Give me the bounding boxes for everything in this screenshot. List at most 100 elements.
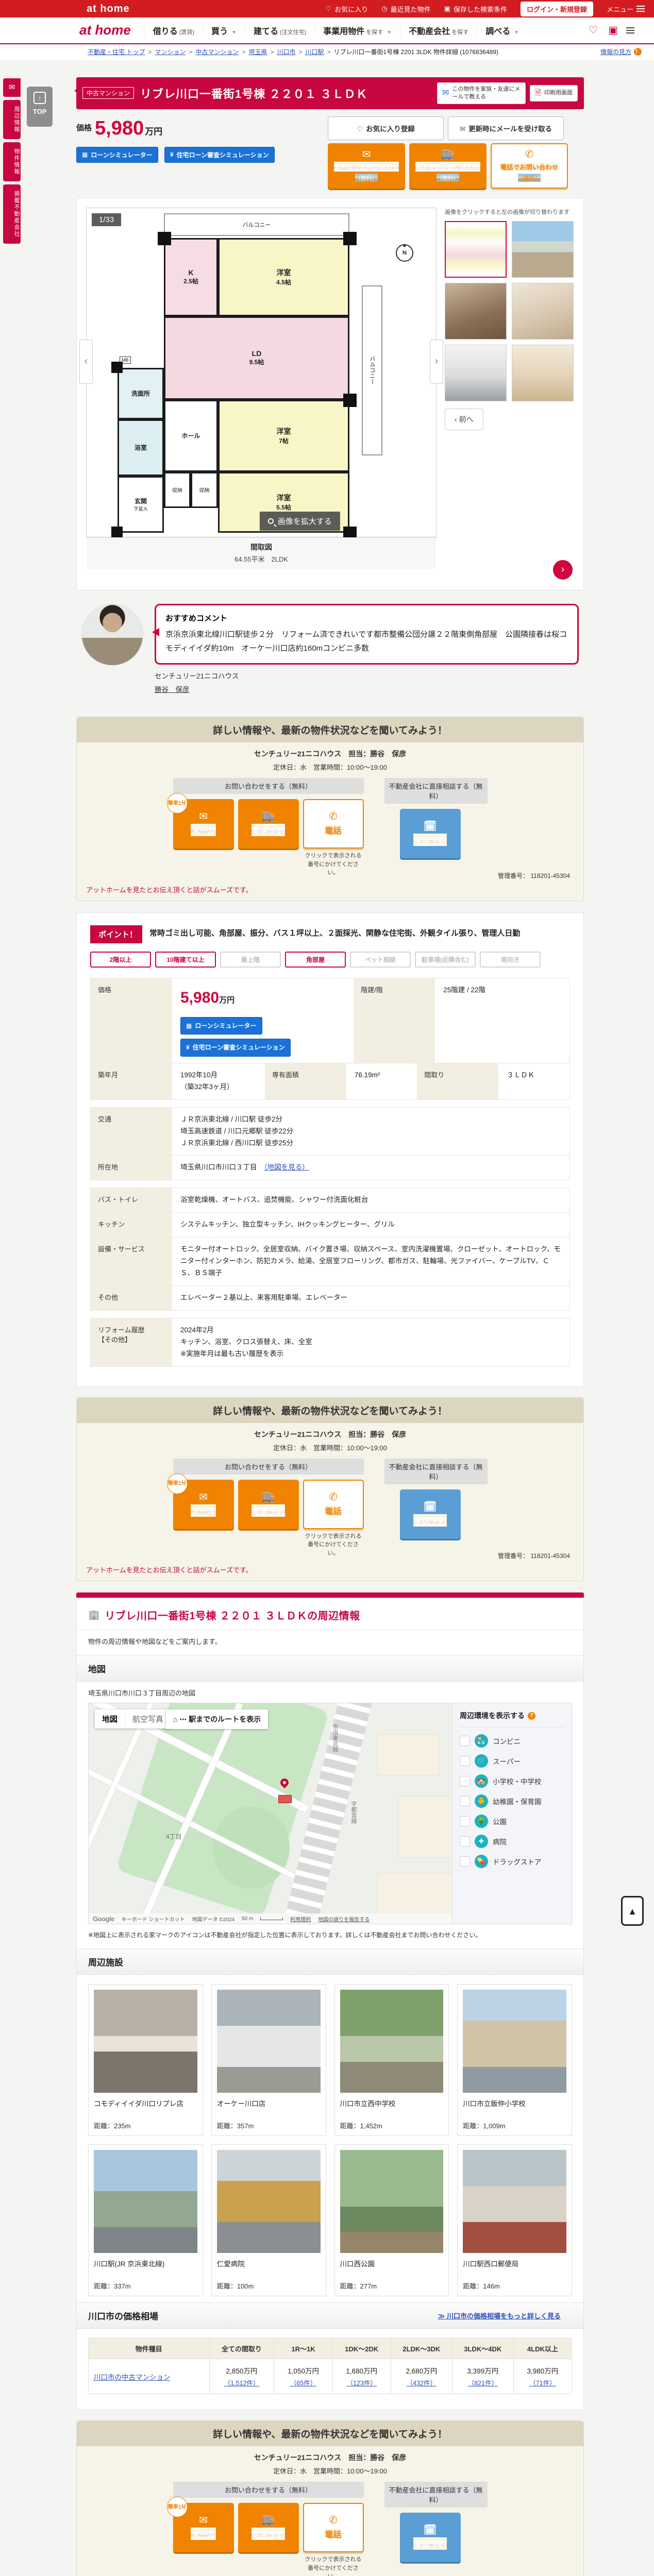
satellite-tab[interactable]: 航空写真: [125, 1709, 171, 1729]
checkbox[interactable]: [460, 1756, 470, 1767]
thumbnail-washroom[interactable]: [512, 282, 574, 340]
listing-count-link[interactable]: （71件）: [519, 2378, 566, 2387]
visit-inquiry-button[interactable]: 🏬 見学予約お問い合わせ （無料）: [409, 143, 487, 189]
category-icon: ✚: [475, 1835, 488, 1849]
cta-shop-button[interactable]: 🗓 来店予約: [399, 809, 461, 859]
gallery-next-arrow[interactable]: ›: [430, 339, 443, 384]
cta-mail-button[interactable]: 簡単1分 ✉ メール: [166, 2497, 234, 2553]
listing-count-link[interactable]: （821件）: [458, 2378, 508, 2387]
breadcrumb-link[interactable]: 川口駅: [305, 47, 324, 56]
loan-simulator-button[interactable]: ▦ ローンシミュレーター: [76, 146, 158, 163]
checkbox[interactable]: [460, 1796, 470, 1807]
environment-checkbox-item[interactable]: 🏫 小学校・中学校: [460, 1774, 564, 1788]
update-mail-button[interactable]: ✉ 更新時にメールを受け取る: [448, 116, 564, 140]
checkbox[interactable]: [460, 1836, 470, 1847]
hamburger-icon[interactable]: [626, 26, 634, 35]
environment-checkbox-item[interactable]: 🛒 スーパー: [460, 1754, 564, 1768]
map-canvas[interactable]: 京浜東北線 宇都宮線 4丁目 地図 航空写真 ⌂ ⋯ 駅までのルートを表示 周辺…: [88, 1703, 572, 1925]
checkbox[interactable]: [460, 1736, 470, 1747]
thumbnail-bathroom[interactable]: [512, 344, 574, 401]
info-guide-link[interactable]: 情報の見方: [600, 47, 631, 56]
route-to-station-button[interactable]: ⌂ ⋯ 駅までのルートを表示: [166, 1709, 269, 1730]
thumbnail-kitchen[interactable]: [445, 344, 507, 401]
thumbnail-hallway[interactable]: [445, 282, 507, 340]
page-top-button[interactable]: ↑ TOP: [27, 87, 53, 127]
menu-button[interactable]: メニュー: [607, 4, 645, 14]
cta-tel-button[interactable]: ✆ 電話: [303, 799, 364, 849]
agent-name-link[interactable]: 勝谷 保彦: [155, 686, 190, 693]
map-tab[interactable]: 地図: [95, 1709, 125, 1729]
environment-checkbox-item[interactable]: ✚ 病院: [460, 1835, 564, 1849]
saved-search-link[interactable]: ▣ 保存した検索条件: [444, 4, 507, 14]
cta-shop-button[interactable]: 🗓 来店予約: [399, 2513, 461, 2563]
nav-research[interactable]: 調べる ▼: [477, 24, 527, 37]
environment-checkbox-item[interactable]: 🌳 公園: [460, 1815, 564, 1828]
environment-checkbox-item[interactable]: 🏪 コンビニ: [460, 1734, 564, 1748]
thumbs-next-button[interactable]: ›: [553, 560, 573, 580]
environment-checkbox-item[interactable]: 🐥 幼稚園・保育園: [460, 1794, 564, 1808]
gallery-prev-arrow[interactable]: ‹: [79, 339, 93, 384]
loan-screening-button[interactable]: ¥ 住宅ローン審査シミュレーション: [164, 146, 275, 163]
breadcrumb-link[interactable]: マンション: [155, 47, 186, 56]
cta-tel-button[interactable]: ✆ 電話: [303, 1479, 364, 1529]
favorite-register-button[interactable]: ♡ お気に入り登録: [328, 116, 444, 140]
map-type-toggle: 地図 航空写真: [95, 1709, 171, 1729]
thumbnail-floorplan[interactable]: [445, 221, 507, 278]
cta-shop-button[interactable]: 🗓 来店予約: [399, 1489, 461, 1539]
print-button[interactable]: 🗎 印刷用画面: [529, 84, 578, 101]
nav-build[interactable]: 建てる (注文住宅): [244, 24, 314, 37]
nav-agents[interactable]: 不動産会社 を探す: [400, 24, 477, 37]
cta-visit-button[interactable]: 🏬 見学予約: [238, 799, 299, 849]
nav-rent[interactable]: 借りる (賃貸): [144, 24, 203, 37]
cta-visit-button[interactable]: 🏬 見学予約: [238, 2503, 299, 2553]
breadcrumb-link[interactable]: 川口市: [277, 47, 295, 56]
cta-mail-button[interactable]: 簡単1分 ✉ メール: [166, 1473, 234, 1529]
sidebar-item-property[interactable]: 物件情報: [3, 142, 21, 181]
listing-count-link[interactable]: （65件）: [279, 2378, 327, 2387]
loan-screening-button[interactable]: ¥ 住宅ローン審査シミュレーション: [180, 1039, 291, 1057]
report-error-link[interactable]: 地図の誤りを報告する: [318, 1915, 370, 1923]
cta-tel-button[interactable]: ✆ 電話: [303, 2503, 364, 2553]
nav-buy[interactable]: 買う ▼: [203, 24, 245, 37]
map-attribution: Google キーボード ショートカット 地図データ ©2024 50 m 利用…: [89, 1913, 452, 1924]
cta-mail-button[interactable]: 簡単1分 ✉ メール: [166, 793, 234, 849]
login-button[interactable]: ログイン・新規登録: [520, 1, 593, 16]
breadcrumb-link[interactable]: 不動産・住宅 トップ: [88, 47, 145, 56]
sidebar-item-nearby[interactable]: 周辺情報: [3, 100, 21, 139]
sidebar-item-agency[interactable]: 掲載不動産会社: [3, 184, 21, 244]
thumbs-prev-button[interactable]: ‹ 前へ: [445, 408, 483, 430]
checkbox[interactable]: [460, 1816, 470, 1827]
heart-icon[interactable]: ♡: [589, 24, 598, 37]
checkbox[interactable]: [460, 1856, 470, 1867]
market-more-link[interactable]: ≫ 川口市の価格相場をもっと詳しく見る: [438, 2312, 561, 2320]
checkbox[interactable]: [460, 1776, 470, 1787]
summary-equip: モニター付オートロック、全居室収納、バイク置き場、収納スペース、室内洗濯機置場、…: [180, 1245, 561, 1277]
facility-distance: 距離：100m: [216, 2282, 254, 2291]
listing-count-link[interactable]: （123件）: [338, 2378, 385, 2387]
thumbnail-exterior[interactable]: [512, 221, 574, 278]
athome-logo[interactable]: at home: [87, 3, 130, 15]
back-to-top-button[interactable]: ▲: [621, 1896, 644, 1926]
recently-viewed-link[interactable]: ◷ 最近見た物件: [381, 4, 430, 14]
map-link[interactable]: （地図を見る）: [264, 1163, 309, 1171]
image-zoom-button[interactable]: 画像を拡大する: [259, 511, 340, 531]
main-image[interactable]: 1/33 ‹ › バルコニー バルコニー N K2.5帖 洋室4.5帖 LD9.…: [79, 207, 443, 569]
listing-count-link[interactable]: （432件）: [396, 2378, 447, 2387]
athome-logo-main[interactable]: at home: [79, 22, 131, 38]
recommend-bubble: おすすめコメント 京浜京浜東北線川口駅徒歩２分 リフォーム済できれいです都市整備…: [152, 603, 579, 665]
favorites-link[interactable]: ♡ お気に入り: [326, 4, 368, 14]
saved-tray-icon[interactable]: ▣: [608, 24, 618, 37]
breadcrumb-link[interactable]: 埼玉県: [248, 47, 267, 56]
nav-business[interactable]: 事業用物件 を探す ▼: [314, 24, 400, 37]
listing-count-link[interactable]: （1,512件）: [215, 2378, 269, 2387]
market-category-link[interactable]: 川口市の中古マンション: [94, 2374, 171, 2381]
tel-inquiry-button[interactable]: ✆ 電話でお問い合わせ （無料）: [491, 143, 568, 189]
loan-simulator-button[interactable]: ▦ ローンシミュレーター: [180, 1016, 262, 1035]
environment-checkbox-item[interactable]: 💊 ドラッグストア: [460, 1855, 564, 1869]
mail-inquiry-tab[interactable]: ✉: [3, 78, 21, 97]
mail-inquiry-button[interactable]: ✉ メールでお問い合わせ （無料）: [328, 143, 405, 189]
breadcrumb-link[interactable]: 中古マンション: [195, 47, 239, 56]
share-mail-button[interactable]: ✉ この物件を家族・友達にメールで教える: [437, 82, 526, 104]
terms-link[interactable]: 利用規約: [290, 1915, 311, 1923]
cta-visit-button[interactable]: 🏬 見学予約: [238, 1479, 299, 1529]
